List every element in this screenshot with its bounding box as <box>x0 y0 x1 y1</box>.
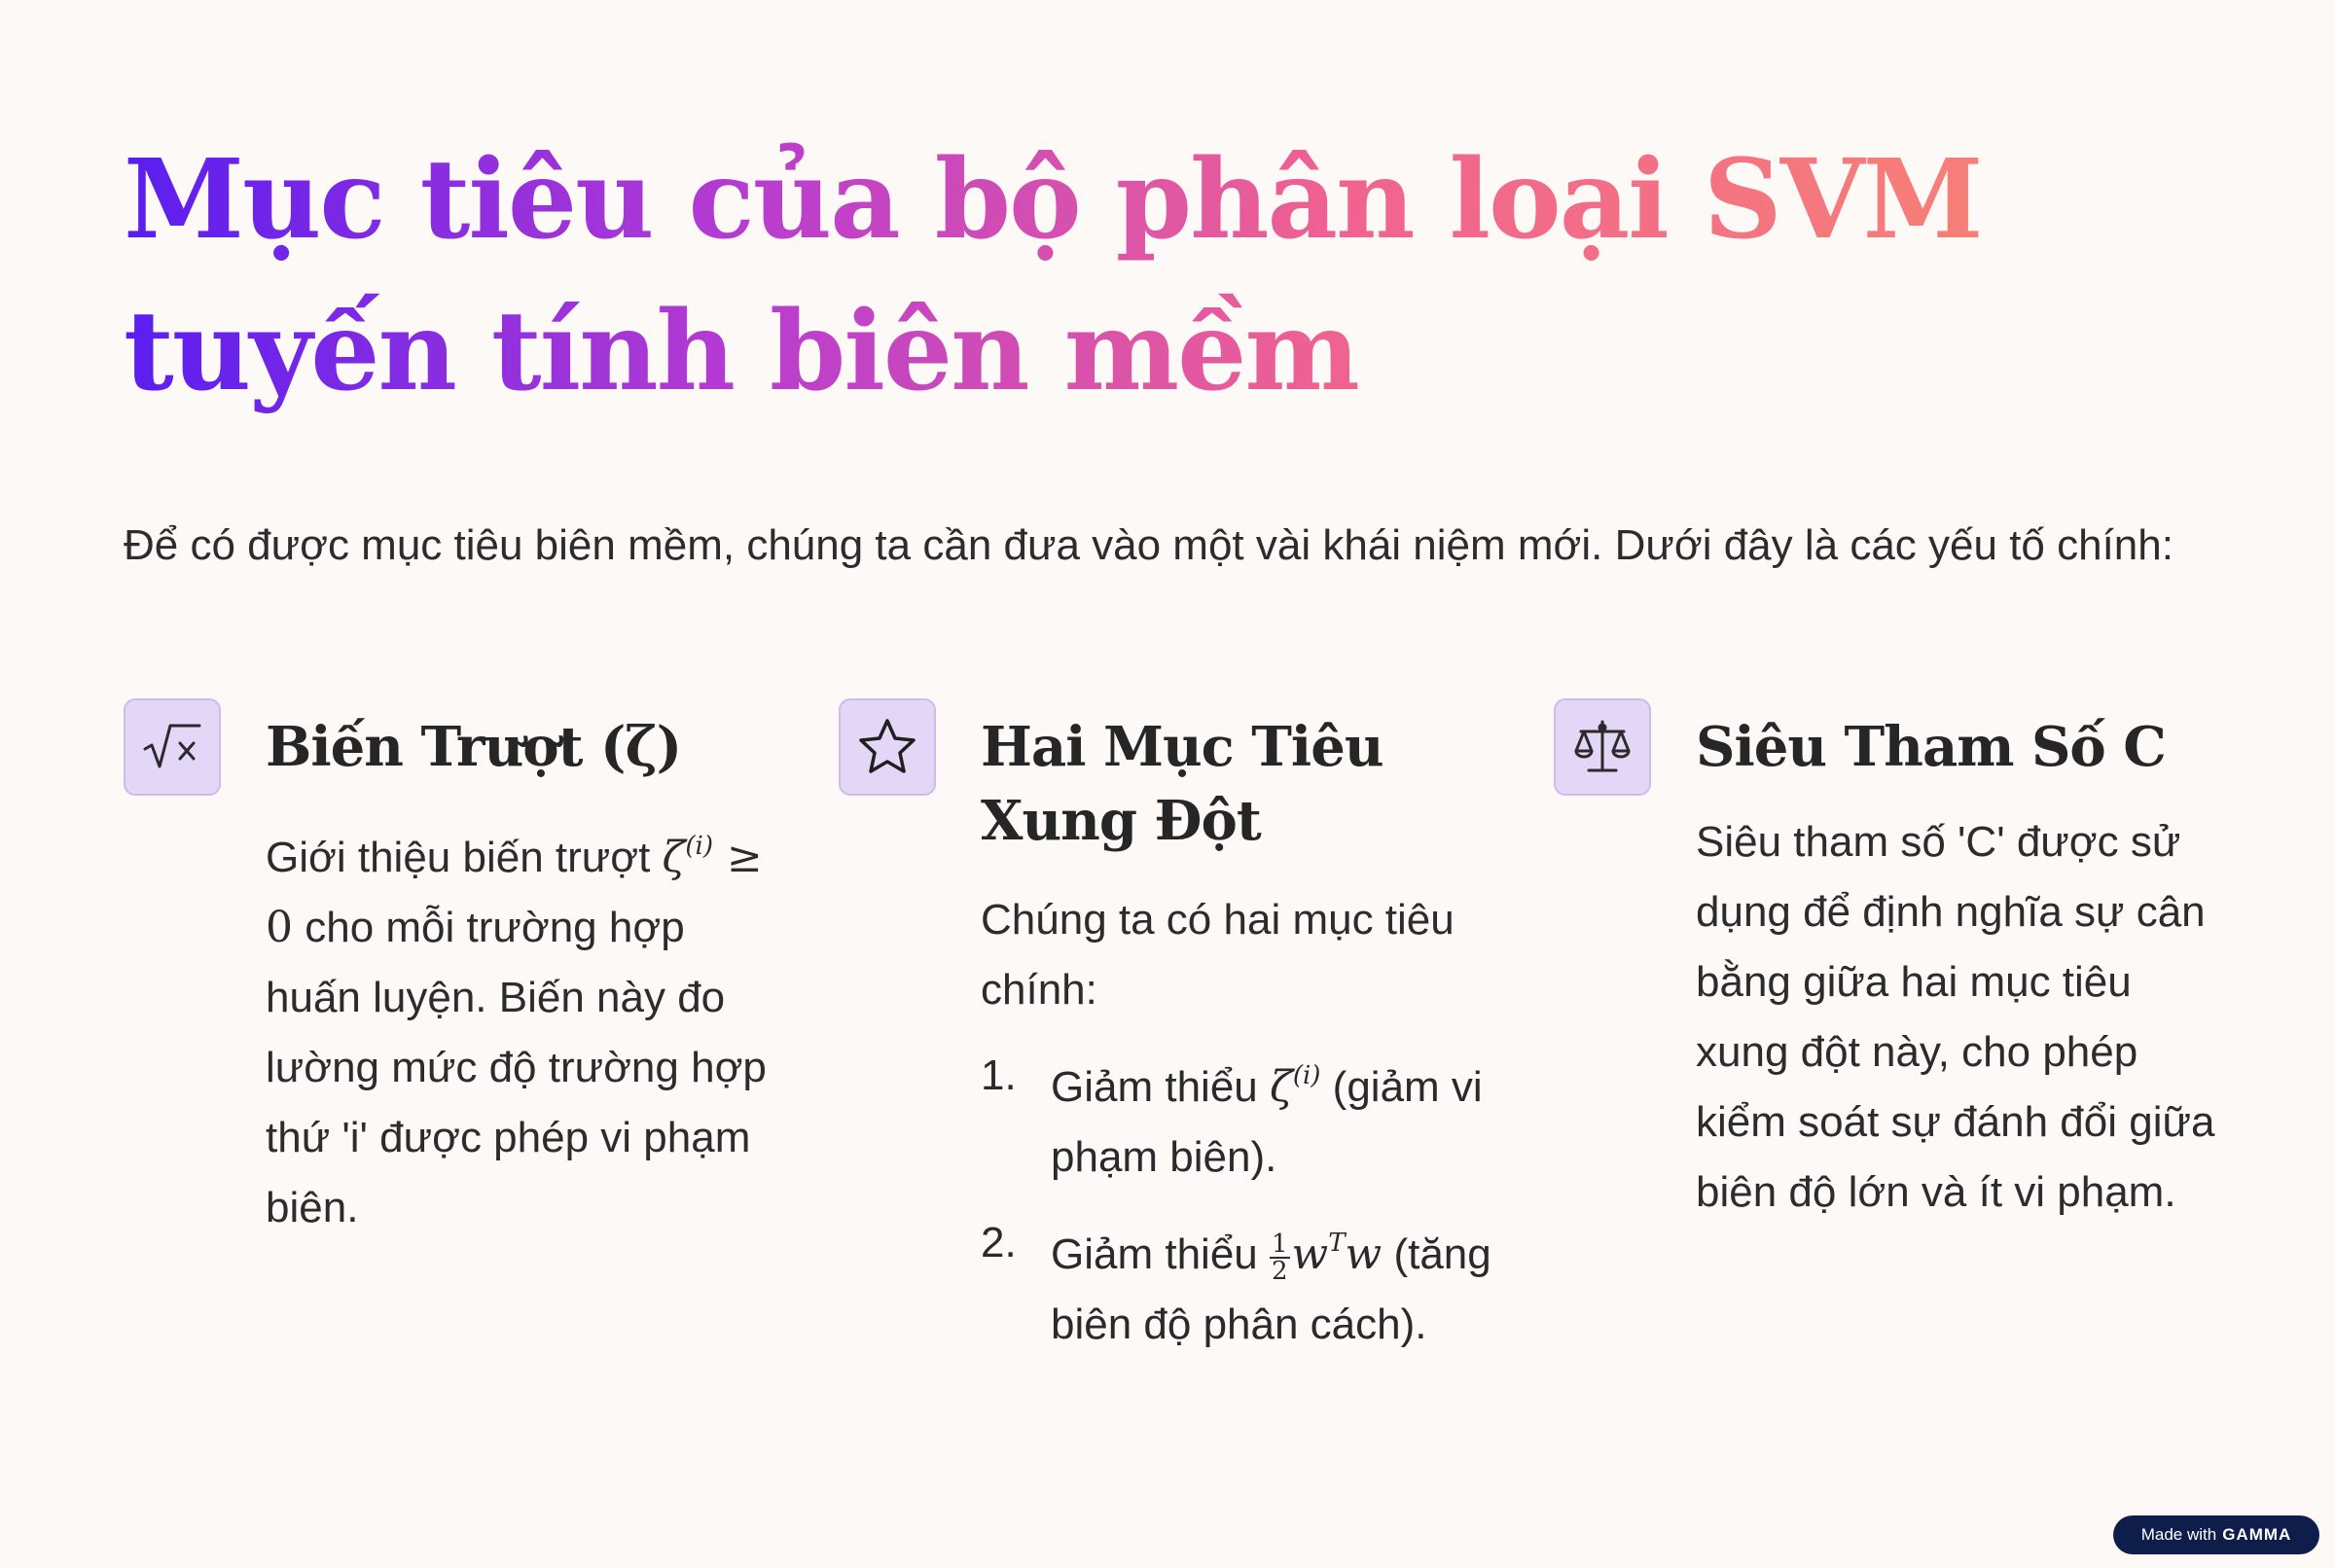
page-title: Mục tiêu của bộ phân loại SVM tuyến tính… <box>124 125 2215 428</box>
badge-prefix: Made with <box>2140 1525 2217 1544</box>
list-marker: 1. <box>981 1051 1017 1099</box>
card-description: Chúng ta có hai mục tiêu chính: <box>981 896 1455 1014</box>
text-segment: Giảm thiểu <box>1051 1230 1270 1278</box>
math-superscript: (i) <box>1292 1061 1321 1090</box>
objectives-list: 1. Giảm thiểu ζ(i) (giảm vi phạm biên). … <box>981 1041 1520 1360</box>
math-zeta: ζ(i) <box>1269 1061 1321 1112</box>
text-segment: cho mỗi trường hợp huấn luyện. Biến này … <box>266 904 767 1231</box>
square-root-icon <box>124 698 221 796</box>
balance-scale-icon <box>1554 698 1651 796</box>
star-icon <box>839 698 936 796</box>
math-superscript: (i) <box>685 832 714 861</box>
fraction-numerator: 1 <box>1269 1229 1290 1259</box>
list-item: 2. Giảm thiểu 1 2 wTw (tăng biên độ phân c… <box>981 1208 1520 1360</box>
card-title: Siêu Tham Số C <box>1696 715 2167 779</box>
card-description: Giới thiệu biến trượt ζ(i) ≥ 0 cho mỗi t… <box>266 811 785 1243</box>
intro-paragraph: Để có được mục tiêu biên mềm, chúng ta c… <box>124 521 2173 569</box>
card-title: Hai Mục Tiêu Xung Đột <box>981 715 1384 853</box>
text-segment: Giới thiệu biến trượt <box>266 834 663 881</box>
math-superscript: T <box>1328 1229 1346 1258</box>
card-description: Siêu tham số 'C' được sử dụng để định ng… <box>1696 818 2215 1216</box>
list-item: 1. Giảm thiểu ζ(i) (giảm vi phạm biên). <box>981 1041 1520 1193</box>
math-symbol: ζ <box>1269 1062 1293 1112</box>
math-symbol: ζ <box>662 833 686 882</box>
made-with-gamma-badge[interactable]: Made with GAMMA <box>2113 1515 2319 1554</box>
card-title: Biến Trượt (ζ) <box>266 715 682 779</box>
fraction-denominator: 2 <box>1271 1256 1288 1286</box>
math-symbol: w <box>1291 1229 1329 1279</box>
math-fraction: 12 <box>1269 1229 1290 1286</box>
math-symbol: w <box>1345 1229 1383 1279</box>
list-marker: 2. <box>981 1219 1017 1266</box>
gamma-logo: GAMMA <box>2222 1525 2292 1544</box>
text-segment: Giảm thiểu <box>1051 1063 1270 1111</box>
math-norm: 1 2 wTw <box>1269 1229 1383 1284</box>
